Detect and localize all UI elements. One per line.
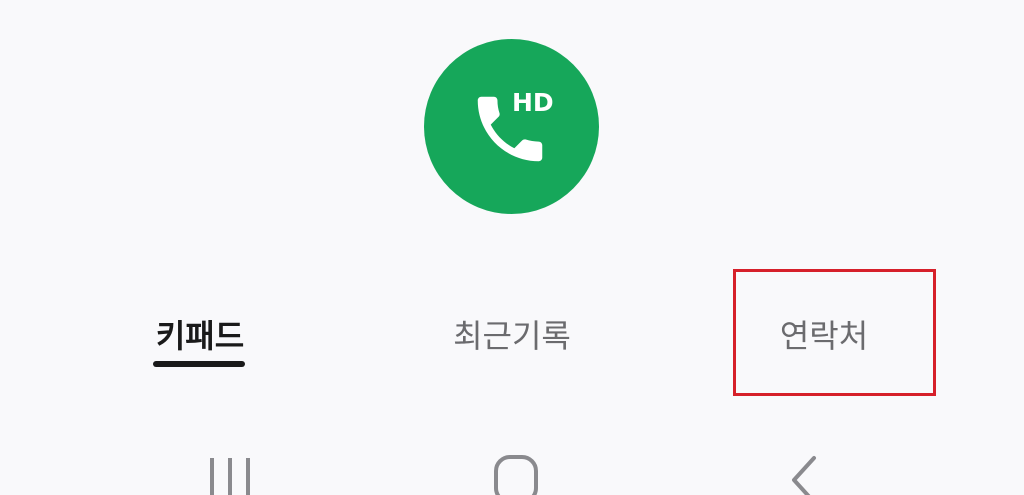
tab-keypad[interactable]: 키패드 (140, 308, 260, 364)
call-button[interactable]: HD (424, 39, 599, 214)
home-button[interactable] (482, 450, 552, 495)
hd-badge: HD (512, 88, 554, 117)
tab-contacts[interactable]: 연락처 (764, 308, 884, 364)
back-button[interactable] (775, 450, 835, 495)
recent-apps-icon (210, 458, 250, 495)
active-tab-indicator (153, 361, 245, 367)
recent-apps-button[interactable] (200, 450, 260, 495)
tab-recents[interactable]: 최근기록 (436, 308, 588, 364)
home-icon (494, 455, 538, 495)
back-icon (792, 456, 816, 495)
